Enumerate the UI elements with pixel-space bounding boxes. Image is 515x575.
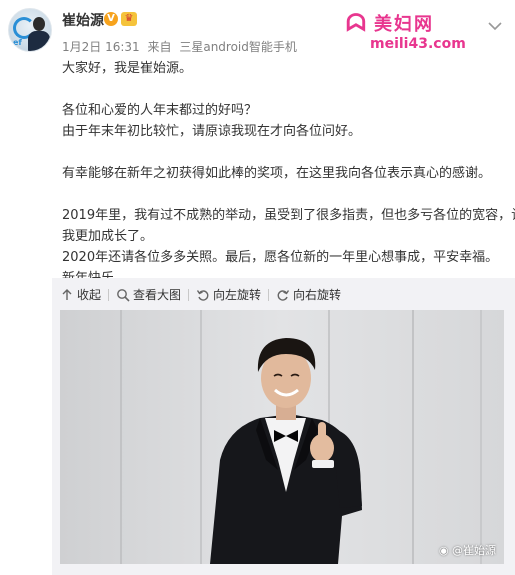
media-panel: 收起 查看大图 向左旋转 向右旋转 ◉ @崔始源 <box>52 278 515 575</box>
collapse-icon <box>60 288 74 302</box>
avatar[interactable]: ef <box>8 8 52 52</box>
collapse-label: 收起 <box>77 288 102 302</box>
watermark-url: meili43.com <box>370 36 466 52</box>
magnifier-icon <box>116 288 130 302</box>
post-line: 我更加成长了。 <box>62 229 154 244</box>
avatar-body <box>28 31 50 51</box>
post-line: 2019年里，我有过不成熟的举动，虽受到了很多指责，但也多亏各位的宽容，让 <box>62 208 515 223</box>
site-watermark: ᗣ 美妇网 meili43.com <box>346 8 478 56</box>
post-source-prefix: 来自 <box>147 40 172 54</box>
verified-badge-icon[interactable]: V <box>104 12 118 26</box>
post-line: 由于年末年初比较忙，请原谅我现在才向各位问好。 <box>62 124 362 139</box>
post-meta: 1月2日 16:31 来自 三星android智能手机 <box>62 38 301 55</box>
post-gap <box>62 184 508 205</box>
rotate-right-button[interactable]: 向右旋转 <box>276 286 341 303</box>
post-line: 2020年还请各位多多关照。最后，愿各位新的一年里心想事成，平安幸福。 <box>62 250 499 265</box>
chevron-down-icon[interactable] <box>488 16 502 31</box>
post-source-device[interactable]: 三星android智能手机 <box>179 40 297 54</box>
weibo-icon: ◉ <box>438 544 449 557</box>
collapse-button[interactable]: 收起 <box>60 286 101 303</box>
post-timestamp[interactable]: 1月2日 16:31 <box>62 40 140 54</box>
rotate-right-label: 向右旋转 <box>293 288 342 302</box>
vip-crown-icon[interactable]: ♛ <box>121 12 137 26</box>
rotate-right-icon <box>276 288 290 302</box>
post-gap <box>62 79 508 100</box>
photo-credit: ◉ @崔始源 <box>439 542 496 558</box>
rotate-left-label: 向左旋转 <box>213 288 262 302</box>
toolbar-divider <box>188 289 189 301</box>
photo-illustration <box>60 310 504 564</box>
post-gap <box>62 142 508 163</box>
rotate-left-button[interactable]: 向左旋转 <box>196 286 261 303</box>
user-name[interactable]: 崔始源 <box>62 10 104 30</box>
avatar-head <box>33 17 45 31</box>
post-line: 各位和心爱的人年末都过的好吗？ <box>62 103 258 118</box>
watermark-script: ᗣ <box>346 8 366 37</box>
post-line: 有幸能够在新年之初获得如此棒的奖项，在这里我向各位表示真心的感谢。 <box>62 166 492 181</box>
post-photo[interactable]: ◉ @崔始源 <box>60 310 504 564</box>
rotate-left-icon <box>196 288 210 302</box>
toolbar-divider <box>268 289 269 301</box>
view-large-label: 查看大图 <box>133 288 182 302</box>
avatar-logo-text: ef <box>13 38 22 47</box>
post-body: 大家好，我是崔始源。 各位和心爱的人年末都过的好吗？ 由于年末年初比较忙，请原谅… <box>62 58 515 289</box>
toolbar-divider <box>108 289 109 301</box>
view-large-button[interactable]: 查看大图 <box>116 286 181 303</box>
watermark-brand: 美妇网 <box>374 14 434 35</box>
post-line: 大家好，我是崔始源。 <box>62 61 193 76</box>
media-toolbar: 收起 查看大图 向左旋转 向右旋转 <box>52 278 515 310</box>
photo-credit-text: @崔始源 <box>452 544 496 557</box>
